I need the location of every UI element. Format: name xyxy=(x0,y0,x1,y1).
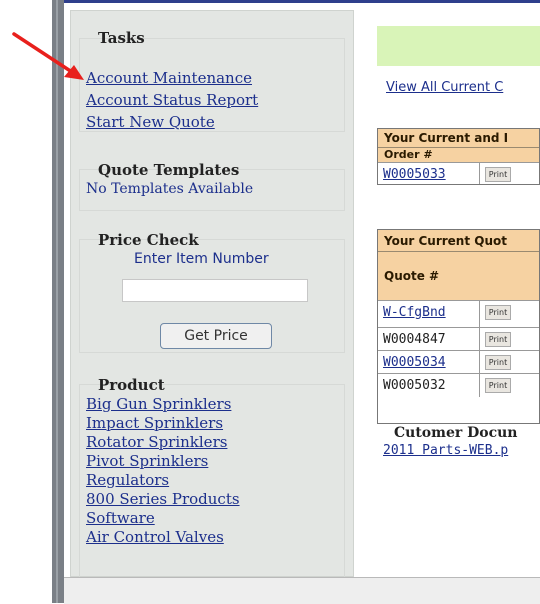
quote-number-column: Quote # xyxy=(378,252,539,300)
quotes-table: Your Current Quot Quote # W-CfgBnd Print… xyxy=(377,229,540,424)
column-divider xyxy=(479,351,480,373)
order-number-column: Order # xyxy=(378,148,539,162)
column-divider xyxy=(479,328,480,350)
column-divider xyxy=(479,301,480,327)
orders-table-header: Your Current and I xyxy=(378,129,539,148)
print-button[interactable]: Print xyxy=(485,355,511,370)
table-row: W0004847 Print xyxy=(378,327,539,350)
start-new-quote-link[interactable]: Start New Quote xyxy=(86,114,215,130)
product-link-rotator[interactable]: Rotator Sprinklers xyxy=(86,434,227,450)
table-row: W0005032 Print xyxy=(378,373,539,397)
product-title: Product xyxy=(98,376,165,394)
window-frame xyxy=(52,0,64,603)
customer-documents-title: Cutomer Docun xyxy=(394,425,518,441)
quote-number: W0004847 xyxy=(383,332,446,347)
product-link-pivot[interactable]: Pivot Sprinklers xyxy=(86,453,208,469)
table-row: W-CfgBnd Print xyxy=(378,300,539,327)
print-button[interactable]: Print xyxy=(485,378,511,393)
order-number-link[interactable]: W0005033 xyxy=(383,167,446,182)
column-divider xyxy=(479,374,480,397)
quote-number-link[interactable]: W0005034 xyxy=(383,355,446,370)
product-link-air-control-valves[interactable]: Air Control Valves xyxy=(86,529,224,545)
quote-templates-title: Quote Templates xyxy=(98,161,240,179)
account-status-report-link[interactable]: Account Status Report xyxy=(86,92,258,108)
print-button[interactable]: Print xyxy=(485,305,511,320)
quotes-table-header: Your Current Quot xyxy=(378,230,539,252)
customer-document-link[interactable]: 2011 Parts-WEB.p xyxy=(383,443,508,458)
no-templates-text: No Templates Available xyxy=(86,181,254,197)
product-link-software[interactable]: Software xyxy=(86,510,155,526)
product-link-800-series[interactable]: 800 Series Products xyxy=(86,491,240,507)
account-maintenance-link[interactable]: Account Maintenance xyxy=(86,70,252,86)
sidebar: Tasks Account Maintenance Account Status… xyxy=(70,10,354,578)
column-divider xyxy=(479,163,480,184)
print-button[interactable]: Print xyxy=(485,167,511,182)
item-number-input[interactable] xyxy=(122,279,308,302)
quote-number: W0005032 xyxy=(383,378,446,393)
table-row: W0005034 Print xyxy=(378,350,539,373)
price-check-title: Price Check xyxy=(98,231,199,249)
table-row: W0005033 Print xyxy=(378,162,539,184)
view-all-current-link[interactable]: View All Current C xyxy=(386,80,503,95)
product-link-impact[interactable]: Impact Sprinklers xyxy=(86,415,223,431)
app-top-bar xyxy=(64,0,540,3)
outer-margin xyxy=(0,0,52,603)
annotation-arrow-icon xyxy=(12,32,84,80)
get-price-button[interactable]: Get Price xyxy=(160,323,272,349)
quote-number-link[interactable]: W-CfgBnd xyxy=(383,305,446,320)
print-button[interactable]: Print xyxy=(485,332,511,347)
product-link-big-gun[interactable]: Big Gun Sprinklers xyxy=(86,396,231,412)
product-link-regulators[interactable]: Regulators xyxy=(86,472,169,488)
status-banner xyxy=(377,26,540,66)
status-bar xyxy=(64,577,540,604)
tasks-title: Tasks xyxy=(98,29,145,47)
orders-table: Your Current and I Order # W0005033 Prin… xyxy=(377,128,540,185)
price-check-prompt: Enter Item Number xyxy=(134,251,269,267)
